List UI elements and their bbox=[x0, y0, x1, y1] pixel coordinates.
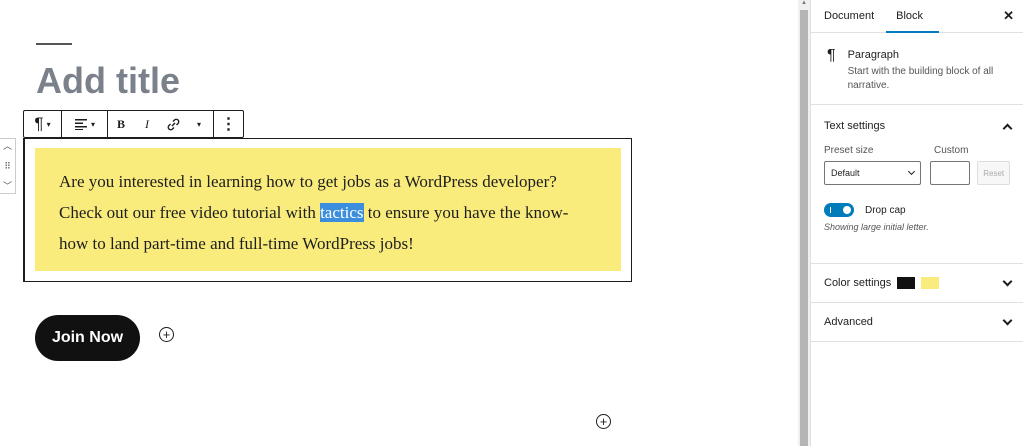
post-title-input[interactable]: Add title bbox=[36, 60, 180, 102]
tab-block[interactable]: Block bbox=[886, 0, 939, 33]
vertical-ellipsis-icon: ⋮ bbox=[220, 116, 237, 133]
add-block-plus-icon[interactable]: + bbox=[159, 327, 174, 342]
caret-down-icon: ▾ bbox=[46, 119, 51, 129]
italic-button[interactable]: I bbox=[134, 111, 160, 137]
link-icon bbox=[167, 118, 179, 130]
title-separator bbox=[36, 43, 72, 45]
link-button[interactable] bbox=[160, 111, 186, 137]
preset-size-select[interactable]: Default bbox=[824, 161, 922, 185]
background-color-swatch bbox=[921, 277, 940, 289]
move-down-icon[interactable]: ﹀ bbox=[3, 181, 12, 191]
custom-size-input[interactable] bbox=[930, 161, 971, 185]
tab-document[interactable]: Document bbox=[824, 0, 874, 32]
chevron-down-icon bbox=[1002, 276, 1013, 286]
block-type-switcher-button[interactable]: ¶ ▾ bbox=[24, 111, 61, 137]
align-button[interactable]: ▾ bbox=[62, 111, 107, 137]
drop-cap-label: Drop cap bbox=[865, 204, 906, 216]
color-settings-panel: Color settings bbox=[811, 264, 1023, 303]
text-color-swatch bbox=[897, 277, 916, 289]
drag-handle-icon[interactable]: ⠿ bbox=[4, 161, 11, 171]
reset-button[interactable]: Reset bbox=[977, 161, 1010, 185]
scroll-up-arrow-icon[interactable]: ▲ bbox=[800, 0, 808, 8]
chevron-down-icon bbox=[1002, 315, 1013, 325]
sidebar-tabs: Document Block ✕ bbox=[811, 0, 1023, 33]
settings-sidebar: Document Block ✕ ¶ Paragraph Start with … bbox=[810, 0, 1023, 446]
chevron-down-icon bbox=[908, 167, 916, 176]
text-settings-title: Text settings bbox=[824, 120, 886, 132]
text-settings-toggle[interactable]: Text settings bbox=[811, 107, 1023, 145]
paragraph-icon: ¶ bbox=[827, 47, 836, 64]
align-left-icon bbox=[74, 119, 87, 130]
more-options-button[interactable]: ⋮ bbox=[214, 111, 243, 137]
text-settings-body: Preset size Custom Default Reset Drop ca… bbox=[811, 145, 1023, 263]
move-up-icon[interactable]: ︿ bbox=[3, 141, 12, 151]
caret-down-icon: ▾ bbox=[196, 119, 201, 129]
paragraph-block[interactable]: Are you interested in learning how to ge… bbox=[35, 148, 621, 271]
block-card: ¶ Paragraph Start with the building bloc… bbox=[811, 33, 1023, 105]
drop-cap-toggle[interactable] bbox=[824, 203, 854, 217]
scrollbar-thumb[interactable] bbox=[800, 10, 808, 446]
caret-down-icon: ▾ bbox=[90, 119, 95, 129]
selected-text: tactics bbox=[320, 203, 364, 222]
color-settings-title: Color settings bbox=[824, 277, 892, 289]
join-now-button[interactable]: Join Now bbox=[35, 315, 140, 361]
block-card-description: Start with the building block of all nar… bbox=[847, 66, 994, 91]
color-settings-toggle[interactable]: Color settings bbox=[811, 264, 1023, 302]
drop-cap-help: Showing large initial letter. bbox=[824, 222, 929, 232]
preset-size-label: Preset size bbox=[824, 145, 874, 156]
custom-size-label: Custom bbox=[934, 145, 969, 156]
text-settings-panel: Text settings Preset size Custom Default… bbox=[811, 107, 1023, 264]
preset-size-value: Default bbox=[831, 168, 860, 178]
more-rich-text-button[interactable]: ▾ bbox=[186, 111, 212, 137]
close-icon[interactable]: ✕ bbox=[1003, 8, 1014, 24]
editor-canvas: Add title ¶ ▾ ▾ B I ▾ ⋮ ︿ ⠿ ﹀ Are you in… bbox=[0, 0, 798, 446]
advanced-title: Advanced bbox=[824, 316, 873, 328]
bold-button[interactable]: B bbox=[108, 111, 134, 137]
chevron-up-icon bbox=[1002, 123, 1013, 133]
advanced-toggle[interactable]: Advanced bbox=[811, 303, 1023, 341]
block-toolbar: ¶ ▾ ▾ B I ▾ ⋮ bbox=[23, 110, 244, 138]
paragraph-icon: ¶ bbox=[34, 114, 44, 133]
add-block-plus-icon[interactable]: + bbox=[596, 414, 611, 429]
block-mover: ︿ ⠿ ﹀ bbox=[0, 138, 16, 194]
advanced-panel: Advanced bbox=[811, 303, 1023, 342]
block-card-title: Paragraph bbox=[847, 49, 899, 61]
